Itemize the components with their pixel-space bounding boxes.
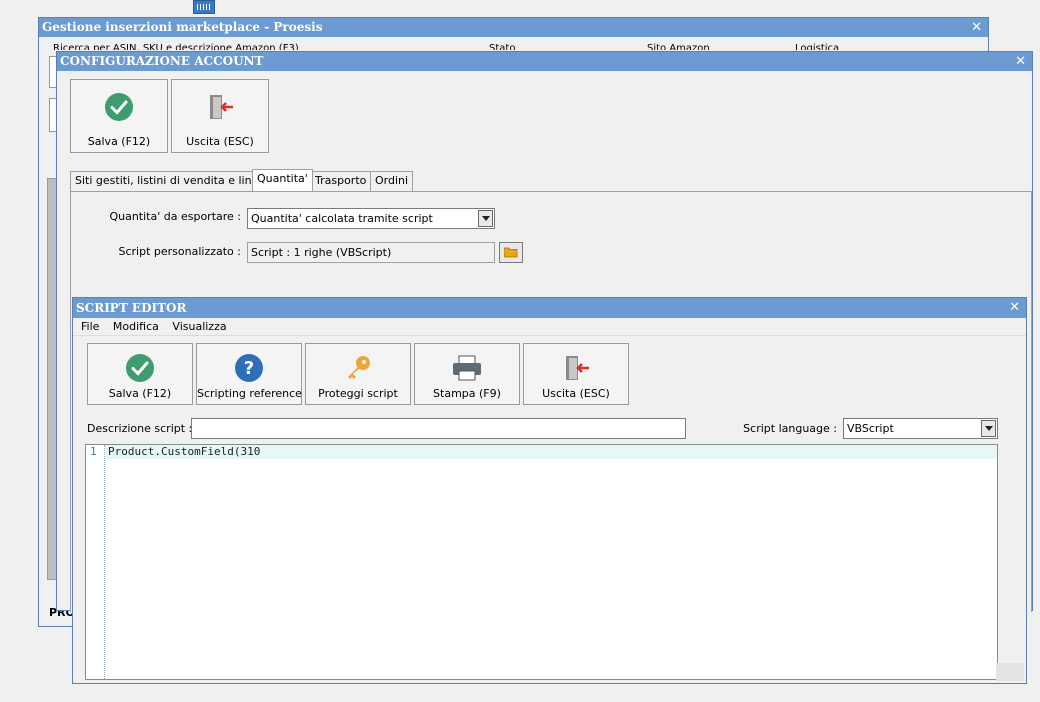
script-language-value: VBScript [847,422,894,435]
logistica-label: Logistica [795,43,840,50]
qty-select[interactable]: Quantita' calcolata tramite script [247,208,495,229]
chevron-down-icon[interactable] [478,210,493,227]
script-field: Script : 1 righe (VBScript) [247,242,495,263]
exit-button-label: Uscita (ESC) [186,135,254,148]
save-button-label: Salva (F12) [87,135,151,148]
script-language-select[interactable]: VBScript [843,418,998,439]
script-editor-title: SCRIPT EDITOR [76,301,187,315]
menu-modifica[interactable]: Modifica [113,320,159,333]
description-input[interactable] [191,418,686,439]
description-label: Descrizione script : [87,422,193,435]
script-field-value: Script : 1 righe (VBScript) [251,246,392,259]
scripting-reference-button[interactable]: ? Scripting reference [196,343,302,405]
editor-exit-label: Uscita (ESC) [542,387,610,400]
tab-ordini[interactable]: Ordini [370,171,414,191]
key-icon [343,353,373,386]
line-number: 1 [90,445,97,458]
menu-bar: File Modifica Visualizza [73,318,1026,336]
menu-file[interactable]: File [81,320,99,333]
exit-button[interactable]: Uscita (ESC) [171,79,269,153]
config-account-title: CONFIGURAZIONE ACCOUNT [60,54,264,68]
close-icon[interactable]: ✕ [971,18,982,37]
qty-label: Quantita' da esportare : [109,210,241,223]
tab-siti-gestiti[interactable]: Siti gestiti, listini di vendita e lingu… [70,171,278,191]
protect-script-label: Proteggi script [318,387,398,400]
close-icon[interactable]: ✕ [1009,298,1020,317]
editor-save-label: Salva (F12) [108,387,172,400]
taskbar-app-icon [193,0,215,14]
script-browse-button[interactable] [499,242,523,263]
close-icon[interactable]: ✕ [1015,52,1026,71]
sito-amazon-label: Sito Amazon [647,43,710,50]
line-gutter [86,445,105,679]
print-label: Stampa (F9) [433,387,501,400]
config-account-titlebar: CONFIGURAZIONE ACCOUNT [57,52,1032,71]
exit-door-icon [561,353,591,386]
svg-text:?: ? [244,358,254,379]
script-language-label: Script language : [743,422,837,435]
scripting-reference-label: Scripting reference [197,387,302,400]
code-editor[interactable]: 1 Product.CustomField(310 [85,444,998,680]
editor-exit-button[interactable]: Uscita (ESC) [523,343,629,405]
editor-save-button[interactable]: Salva (F12) [87,343,193,405]
exit-door-icon [205,92,235,125]
script-editor-titlebar: SCRIPT EDITOR [73,298,1026,318]
help-icon: ? [234,353,264,386]
menu-visualizza[interactable]: Visualizza [172,320,226,333]
chevron-down-icon[interactable] [981,420,996,437]
search-label: Ricerca per ASIN, SKU e descrizione Amaz… [53,43,299,50]
marketplace-window-titlebar: Gestione inserzioni marketplace - Proesi… [39,18,988,37]
printer-icon [451,353,483,386]
save-button[interactable]: Salva (F12) [70,79,168,153]
print-button[interactable]: Stampa (F9) [414,343,520,405]
marketplace-window-title: Gestione inserzioni marketplace - Proesi… [42,20,323,34]
stato-label: Stato [489,43,516,50]
code-line[interactable]: Product.CustomField(310 [108,445,260,459]
script-label: Script personalizzato : [118,245,242,258]
qty-select-value: Quantita' calcolata tramite script [251,212,433,225]
tab-trasporto[interactable]: Trasporto [310,171,372,191]
check-icon [104,92,134,125]
check-icon [125,353,155,386]
protect-script-button[interactable]: Proteggi script [305,343,411,405]
folder-icon [503,247,518,261]
config-tabs: Siti gestiti, listini di vendita e lingu… [70,169,1030,191]
script-editor-window: SCRIPT EDITOR ✕ File Modifica Visualizza… [72,297,1027,684]
resize-grip-icon[interactable] [996,663,1024,681]
tab-quantita[interactable]: Quantita' [252,169,313,191]
